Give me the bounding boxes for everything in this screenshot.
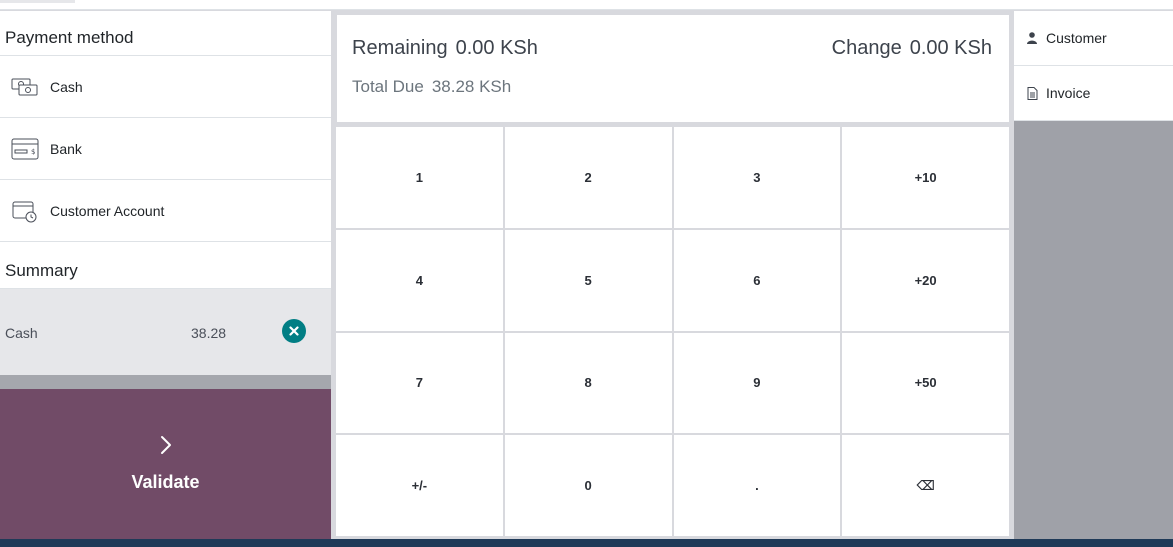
validate-button[interactable]: Validate [0, 389, 331, 539]
numpad-key-plus-minus[interactable]: +/- [336, 435, 503, 536]
numpad-key-3[interactable]: 3 [673, 127, 841, 228]
payment-method-label: Customer Account [50, 202, 165, 219]
summary-spacer [0, 375, 331, 389]
numpad-key-backspace[interactable]: ⌫ [842, 435, 1009, 536]
summary-title: Summary [0, 242, 331, 289]
customer-button[interactable]: Customer [1014, 11, 1173, 66]
top-tab [0, 0, 75, 3]
payment-method-label: Cash [50, 78, 83, 95]
numpad-key-8[interactable]: 8 [504, 332, 672, 434]
numpad-key-7[interactable]: 7 [336, 332, 503, 434]
remaining-amount: Remaining 0.00 KSh [352, 37, 538, 60]
payment-method-customer-account[interactable]: Customer Account [0, 180, 331, 242]
numpad-key-5[interactable]: 5 [504, 229, 672, 331]
top-bar [0, 0, 1173, 10]
invoice-label: Invoice [1046, 85, 1091, 101]
bank-card-icon: $ [11, 137, 39, 161]
payment-method-bank[interactable]: $ Bank [0, 118, 331, 180]
change-value: 0.00 KSh [909, 37, 992, 59]
side-actions-panel: Customer Invoice [1014, 11, 1173, 539]
payment-method-cash[interactable]: Cash [0, 56, 331, 118]
numpad-key-plus-10[interactable]: +10 [842, 127, 1009, 228]
numpad-key-9[interactable]: 9 [673, 332, 841, 434]
payment-method-label: Bank [50, 140, 82, 157]
numpad-key-2[interactable]: 2 [504, 127, 672, 228]
taskbar [0, 539, 1173, 547]
total-due: Total Due 38.28 KSh [352, 77, 511, 97]
remaining-value: 0.00 KSh [455, 37, 538, 59]
change-label: Change [831, 37, 902, 59]
payment-panel: Payment method Cash $ Bank Customer Acco… [0, 11, 331, 539]
numpad: 1 2 3 +10 4 5 6 +20 7 8 9 +50 +/- 0 . ⌫ [336, 127, 1009, 536]
numpad-key-decimal[interactable]: . [673, 435, 841, 536]
numpad-key-6[interactable]: 6 [673, 229, 841, 331]
validate-label: Validate [131, 472, 200, 492]
summary-line-name: Cash [5, 325, 38, 341]
customer-label: Customer [1046, 30, 1107, 46]
invoice-button[interactable]: Invoice [1014, 66, 1173, 121]
chevron-right-icon [160, 435, 172, 460]
numpad-key-plus-20[interactable]: +20 [842, 229, 1009, 331]
summary-line-cash[interactable]: Cash 38.28 [0, 289, 331, 375]
document-icon [1025, 86, 1039, 100]
wallet-clock-icon [11, 199, 39, 223]
svg-text:$: $ [31, 148, 35, 156]
remaining-label: Remaining [352, 37, 448, 59]
numpad-key-1[interactable]: 1 [336, 127, 503, 228]
summary-line-amount: 38.28 [191, 325, 227, 341]
numpad-key-4[interactable]: 4 [336, 229, 503, 331]
cash-icon [11, 75, 39, 99]
payment-status: Remaining 0.00 KSh Change 0.00 KSh Total D… [337, 15, 1009, 122]
user-icon [1025, 31, 1039, 45]
payment-method-title: Payment method [0, 11, 331, 56]
total-due-value: 38.28 KSh [431, 77, 512, 96]
change-amount: Change 0.00 KSh [832, 37, 992, 60]
numpad-key-0[interactable]: 0 [504, 435, 672, 536]
total-due-label: Total Due [352, 77, 424, 96]
numpad-key-plus-50[interactable]: +50 [842, 332, 1009, 434]
close-circle-icon[interactable] [282, 319, 306, 343]
